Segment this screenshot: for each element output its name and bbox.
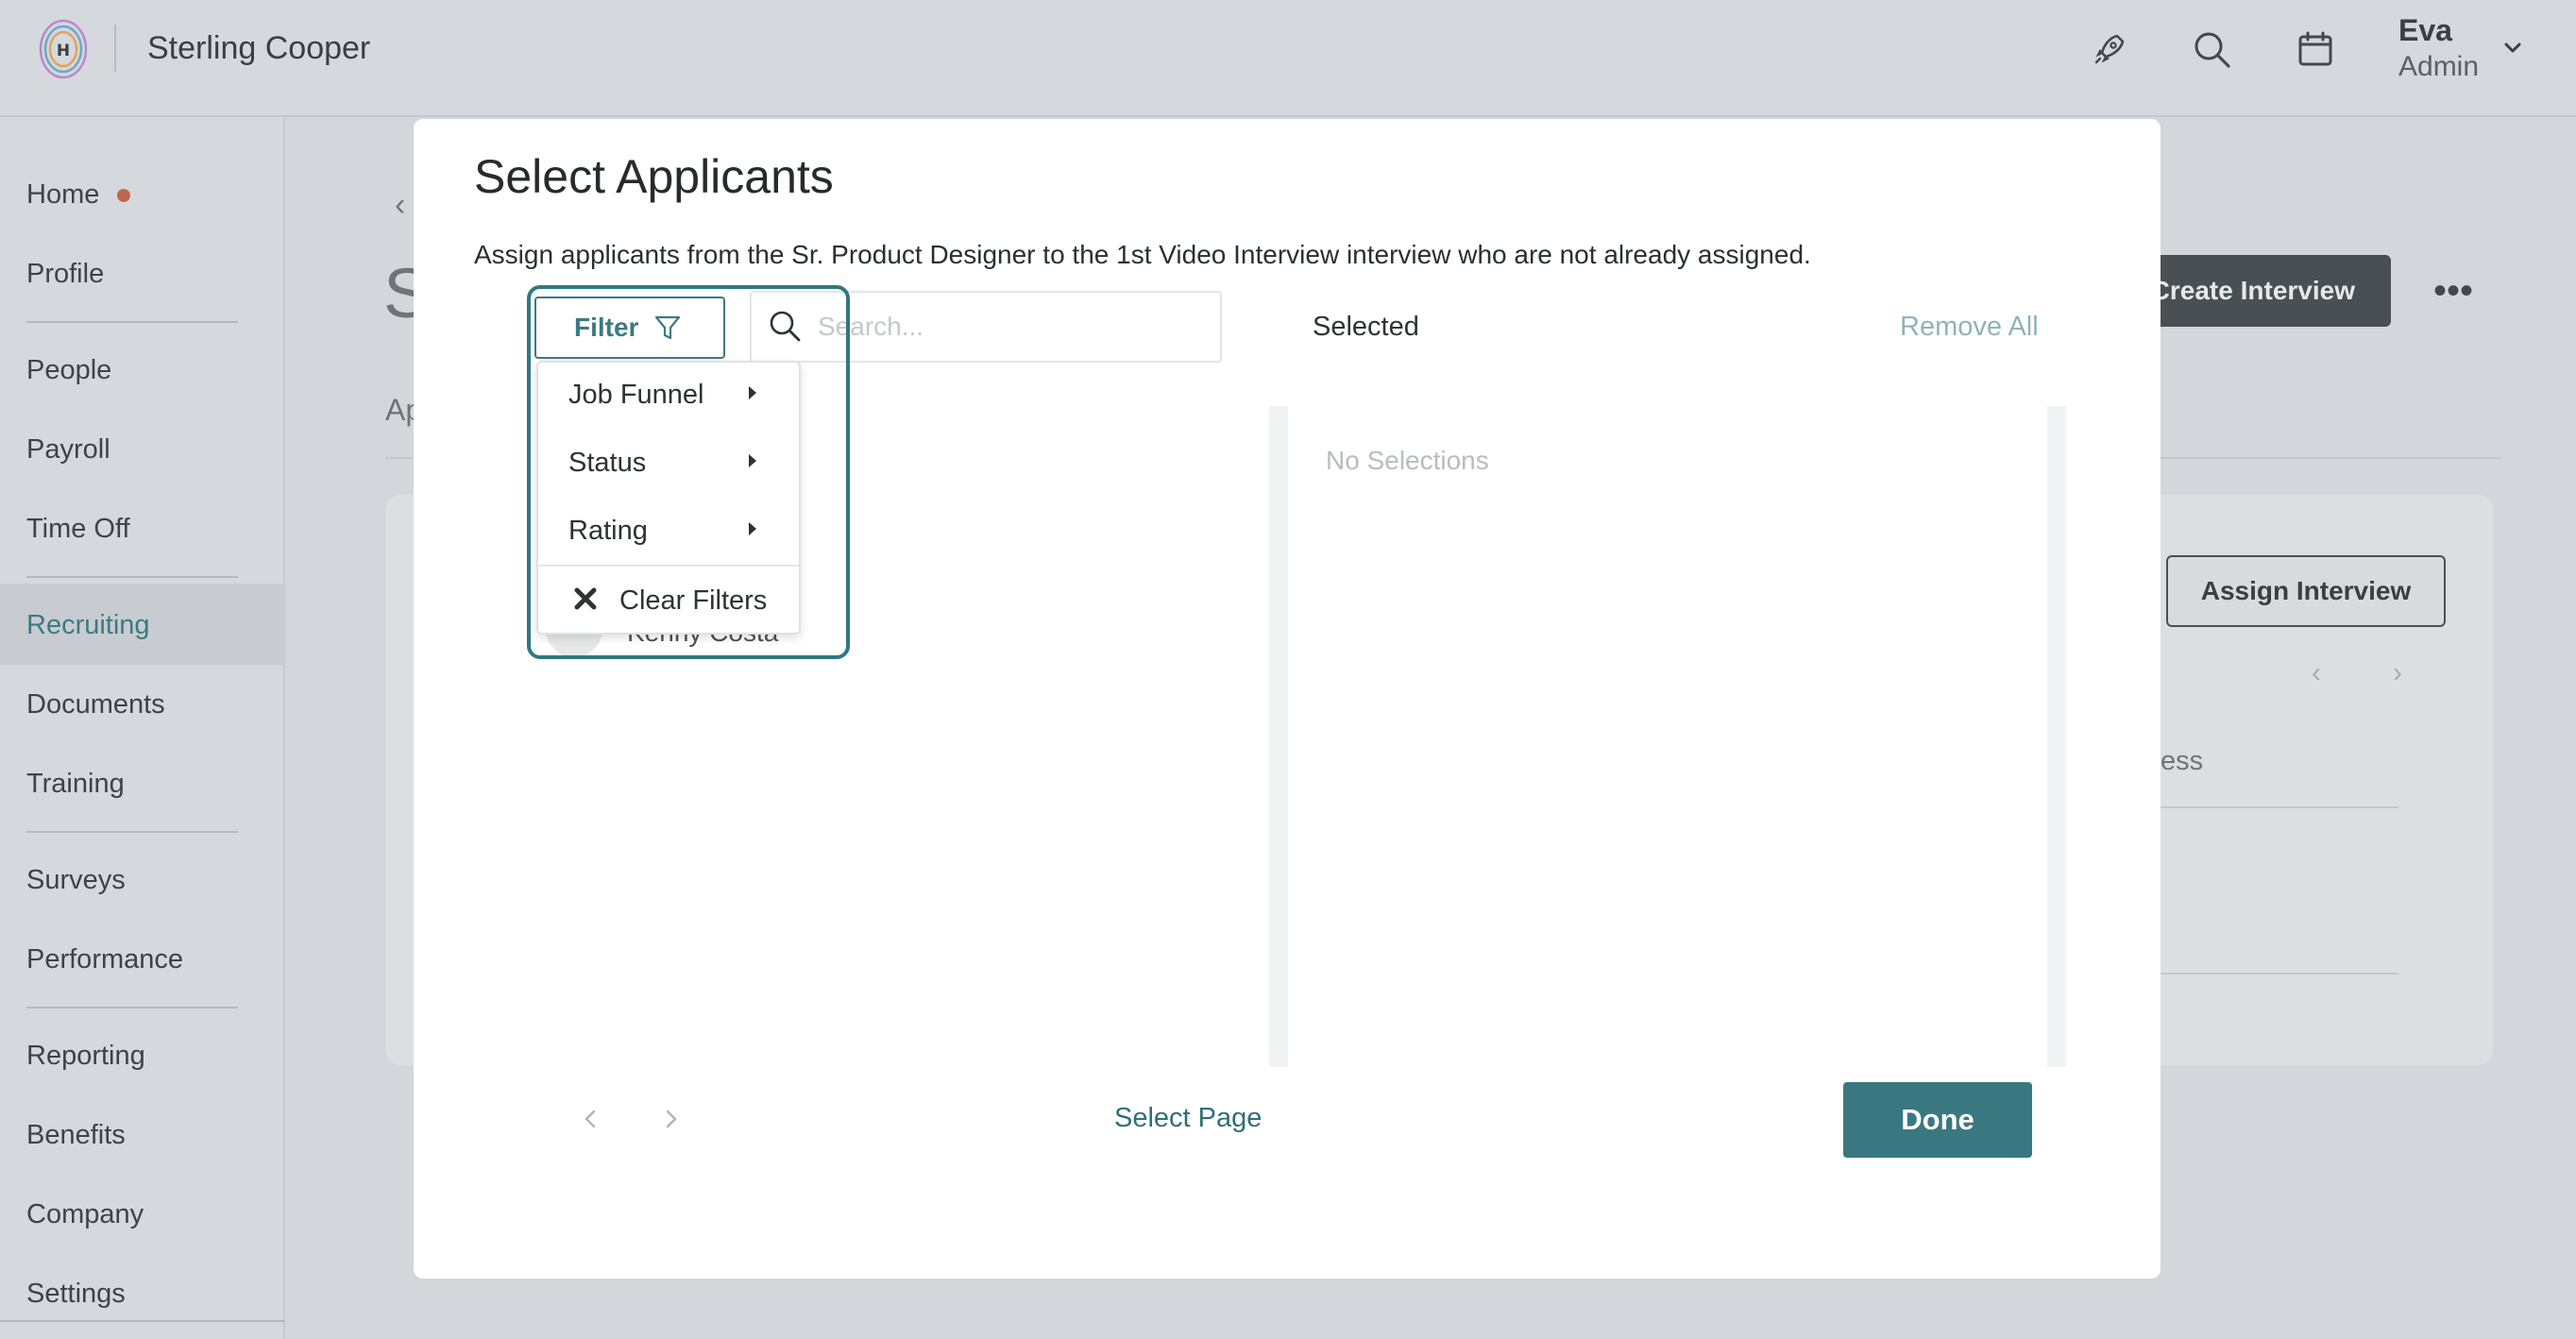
sidebar-item-performance[interactable]: Performance (26, 944, 183, 975)
sidebar-item-company[interactable]: Company (26, 1199, 144, 1230)
sidebar-item-reporting[interactable]: Reporting (26, 1041, 145, 1072)
modal-description: Assign applicants from the Sr. Product D… (474, 240, 1811, 269)
sidebar-item-home[interactable]: Home (26, 179, 99, 211)
filter-highlight-outline (527, 285, 850, 659)
sidebar-divider (26, 321, 238, 323)
calendar-icon[interactable] (2293, 26, 2338, 72)
modal-title: Select Applicants (474, 150, 834, 203)
sidebar-item-benefits[interactable]: Benefits (26, 1120, 126, 1151)
sidebar-item-surveys[interactable]: Surveys (26, 865, 126, 896)
search-input[interactable] (818, 304, 1205, 349)
remove-all-button[interactable]: Remove All (1900, 312, 2039, 343)
selected-heading: Selected (1313, 312, 1419, 342)
rocket-icon[interactable] (2087, 26, 2132, 72)
chevron-right-icon[interactable] (657, 1103, 686, 1135)
empty-state-text: No Selections (1326, 446, 1489, 475)
notification-dot (117, 189, 130, 202)
table-divider (2161, 806, 2398, 808)
top-bar: H Sterling Cooper Eva Admin (0, 0, 2576, 117)
assign-interview-button[interactable]: Assign Interview (2166, 555, 2446, 627)
sidebar-item-time-off[interactable]: Time Off (26, 514, 130, 545)
back-arrow-icon[interactable]: ‹ (395, 187, 405, 224)
user-role[interactable]: Admin (2398, 51, 2479, 83)
user-name[interactable]: Eva (2398, 13, 2452, 48)
sidebar-item-recruiting[interactable]: Recruiting (26, 610, 150, 641)
sidebar-item-profile[interactable]: Profile (26, 259, 104, 290)
create-interview-button[interactable]: Create Interview (2134, 255, 2391, 327)
chevron-right-icon[interactable]: › (2393, 657, 2402, 689)
company-logo[interactable]: H (38, 17, 89, 81)
sidebar-item-training[interactable]: Training (26, 769, 125, 800)
sidebar-divider (26, 576, 238, 578)
company-name[interactable]: Sterling Cooper (147, 30, 370, 67)
sidebar-item-people[interactable]: People (26, 355, 111, 386)
search-icon[interactable] (2189, 26, 2234, 72)
chevron-down-icon[interactable] (2500, 36, 2525, 60)
chevron-left-icon[interactable]: ‹ (2312, 657, 2321, 689)
done-button[interactable]: Done (1843, 1082, 2032, 1158)
sidebar-divider (26, 831, 238, 833)
more-options-icon[interactable]: ••• (2427, 264, 2480, 317)
sidebar-divider (26, 1007, 238, 1008)
logo-divider (114, 25, 116, 72)
scrollbar[interactable] (2047, 406, 2066, 1067)
sidebar-item-payroll[interactable]: Payroll (26, 434, 110, 466)
selected-panel-border (1269, 406, 1288, 1067)
sidebar-divider (0, 1320, 285, 1322)
sidebar-item-settings[interactable]: Settings (26, 1279, 126, 1310)
chevron-left-icon[interactable] (576, 1103, 604, 1135)
sidebar (0, 117, 285, 1339)
column-header: ess (2161, 746, 2204, 776)
table-divider (2161, 973, 2398, 975)
logo-letter: H (57, 42, 70, 60)
sidebar-item-documents[interactable]: Documents (26, 689, 165, 720)
select-page-button[interactable]: Select Page (1114, 1103, 1262, 1134)
